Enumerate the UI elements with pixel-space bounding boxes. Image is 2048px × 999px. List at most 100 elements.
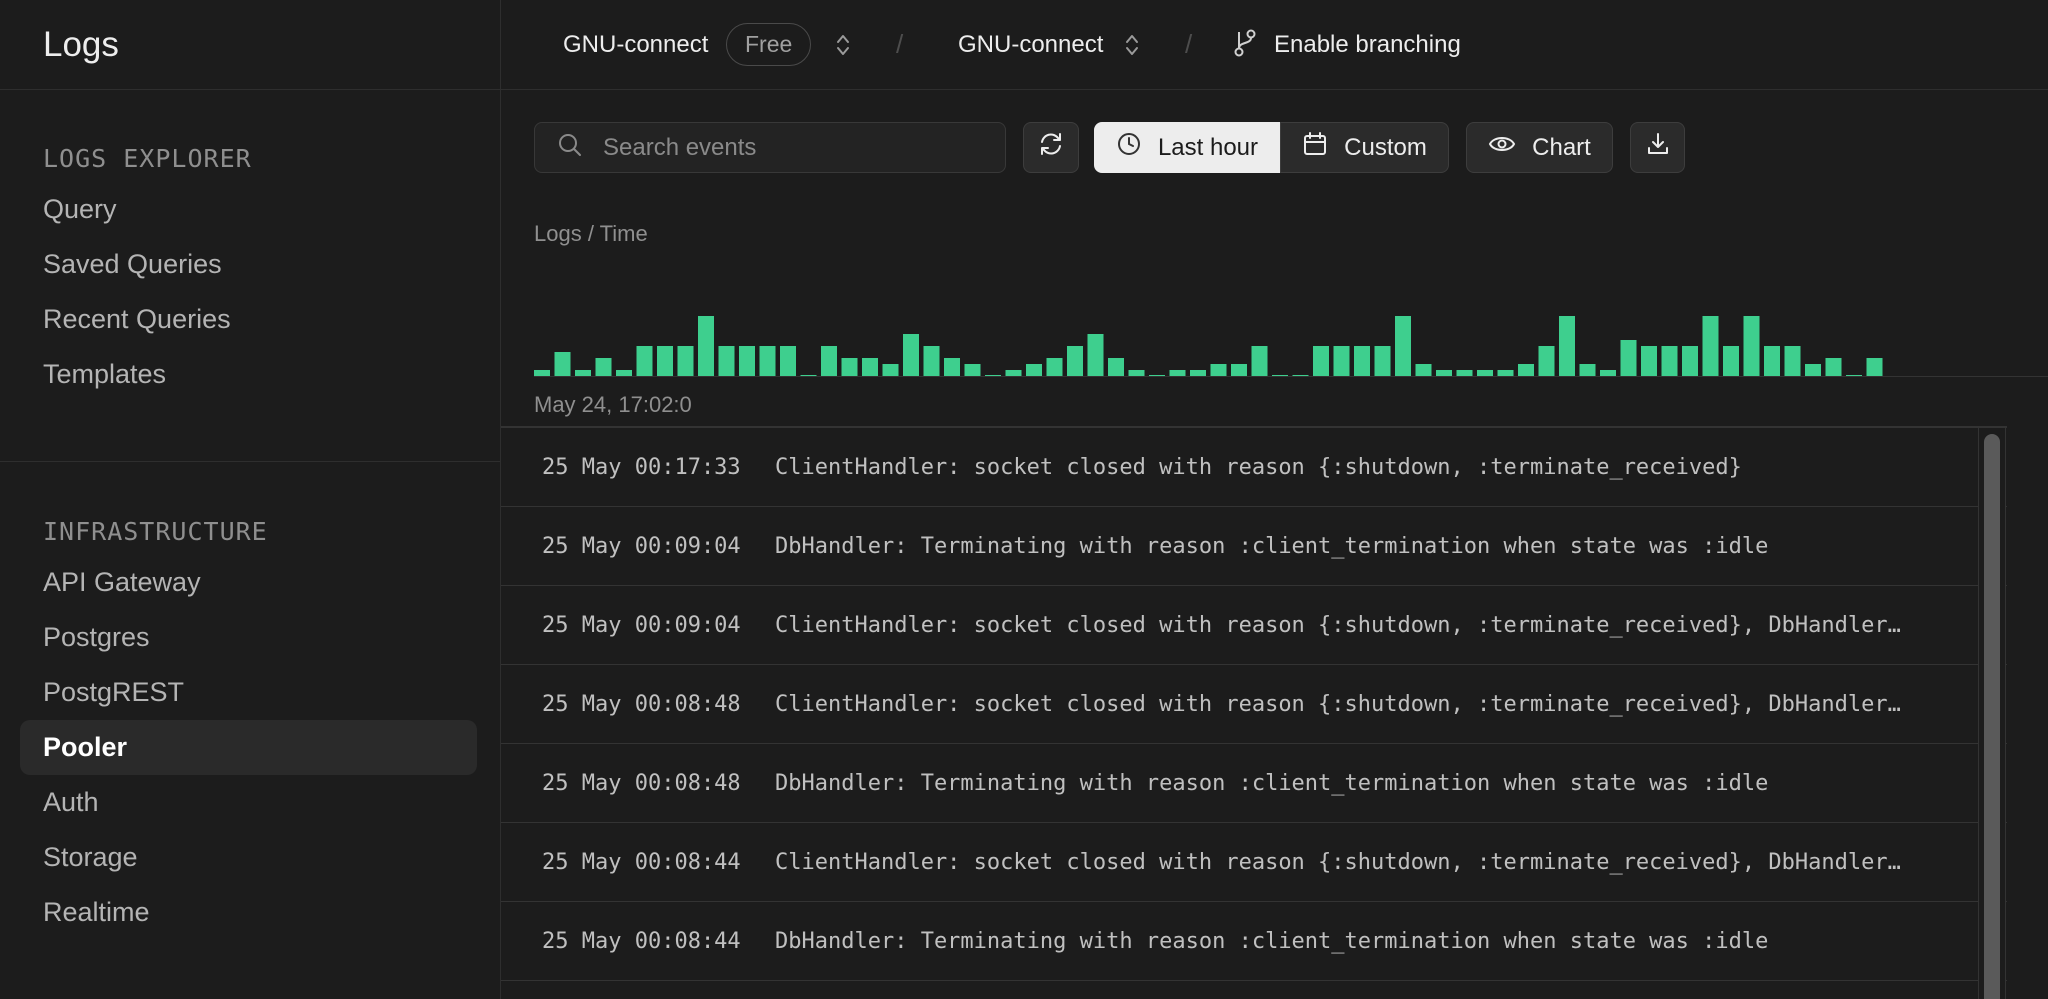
chart-bar[interactable]: [923, 346, 940, 376]
eye-icon: [1488, 133, 1516, 162]
project-selector[interactable]: GNU-connect: [958, 31, 1103, 59]
chart-bar[interactable]: [1538, 346, 1555, 376]
log-row[interactable]: 25 May 00:08:48 DbHandler: Terminating wi…: [501, 744, 2007, 823]
breadcrumb-separator: /: [896, 29, 904, 59]
chart-toggle-button[interactable]: Chart: [1466, 122, 1613, 173]
chart-bar[interactable]: [1333, 346, 1350, 376]
chart-bar[interactable]: [636, 346, 653, 376]
chart-bar[interactable]: [1518, 364, 1534, 376]
chart-bar[interactable]: [1067, 346, 1083, 376]
last-hour-label: Last hour: [1157, 133, 1259, 161]
chart-start-time: May 24, 17:02:0: [534, 392, 692, 417]
chart-bar[interactable]: [1354, 346, 1370, 376]
log-row[interactable]: 25 May 00:08:44 ClientHandler: socket clo…: [501, 823, 2007, 902]
chart-bar[interactable]: [1579, 364, 1596, 376]
section-heading-infrastructure: INFRASTRUCTURE: [43, 516, 268, 546]
chart-bar[interactable]: [759, 346, 776, 376]
sidebar-header: Logs: [0, 0, 500, 90]
scrollbar[interactable]: [1978, 428, 2006, 999]
chart-bar[interactable]: [677, 346, 694, 376]
chart-bar[interactable]: [903, 334, 919, 376]
search-icon: [557, 132, 583, 163]
chart-bar[interactable]: [1395, 316, 1411, 376]
chart-bar[interactable]: [1046, 358, 1063, 376]
download-icon: [1645, 131, 1671, 164]
chart-bar[interactable]: [554, 352, 571, 376]
log-row[interactable]: 25 May 00:17:33 ClientHandler: socket clo…: [501, 428, 2007, 507]
chart-bar[interactable]: [1559, 316, 1575, 376]
scrollbar-thumb[interactable]: [1984, 434, 2000, 999]
chart-bar[interactable]: [1723, 346, 1739, 376]
log-timestamp: 25 May 00:08:48: [542, 691, 741, 717]
infrastructure-section: INFRASTRUCTURE API Gateway Postgres Post…: [0, 511, 501, 940]
chart-bar[interactable]: [1108, 358, 1124, 376]
chart-bar[interactable]: [1641, 346, 1657, 376]
log-message: ClientHandler: socket closed with reason…: [775, 454, 1742, 480]
chart-bar[interactable]: [1313, 346, 1329, 376]
org-selector[interactable]: GNU-connect: [563, 31, 708, 59]
chart-bar[interactable]: [1825, 358, 1842, 376]
custom-range-button[interactable]: Custom: [1280, 122, 1449, 173]
chart-baseline: [534, 376, 2048, 377]
chart-bar[interactable]: [1784, 346, 1801, 376]
sidebar-item-query[interactable]: Query: [20, 182, 477, 237]
chart-bar[interactable]: [821, 346, 837, 376]
chart-bar[interactable]: [1374, 346, 1391, 376]
chart-bar[interactable]: [1087, 334, 1104, 376]
sidebar-item-storage[interactable]: Storage: [20, 830, 477, 885]
sidebar-item-realtime[interactable]: Realtime: [20, 885, 477, 940]
download-button[interactable]: [1630, 122, 1685, 173]
chart-bar[interactable]: [1682, 346, 1698, 376]
refresh-button[interactable]: [1023, 122, 1079, 173]
section-heading-logs-explorer: LOGS EXPLORER: [43, 143, 252, 173]
enable-branching-button[interactable]: Enable branching: [1274, 31, 1461, 59]
chart-title: Logs / Time: [534, 221, 648, 246]
log-row[interactable]: 25 May 00:09:04 ClientHandler: socket clo…: [501, 586, 2007, 665]
chevron-up-down-icon[interactable]: [1121, 30, 1143, 60]
chart-bar[interactable]: [718, 346, 735, 376]
log-table: 25 May 00:17:33 ClientHandler: socket clo…: [501, 426, 2007, 999]
chart-bar[interactable]: [1251, 346, 1268, 376]
last-hour-button[interactable]: Last hour: [1094, 122, 1280, 173]
chart-bar[interactable]: [1866, 358, 1883, 376]
chart-bar[interactable]: [698, 316, 714, 376]
chart-bar[interactable]: [1743, 316, 1760, 376]
logs-explorer-section: LOGS EXPLORER Query Saved Queries Recent…: [0, 138, 501, 402]
chart-bar[interactable]: [1415, 364, 1432, 376]
chart-bar[interactable]: [739, 346, 755, 376]
chart-bar[interactable]: [841, 358, 858, 376]
sidebar-item-api-gateway[interactable]: API Gateway: [20, 555, 477, 610]
chart-bar[interactable]: [1026, 364, 1042, 376]
chart-bar[interactable]: [1805, 364, 1821, 376]
chart-bar[interactable]: [1661, 346, 1678, 376]
log-timestamp: 25 May 00:08:48: [542, 770, 741, 796]
chart-bar[interactable]: [882, 364, 899, 376]
chart-bar[interactable]: [595, 358, 612, 376]
chart-bar[interactable]: [1620, 340, 1637, 376]
chart-bar[interactable]: [1231, 364, 1247, 376]
log-row[interactable]: 25 May 00:08:48 ClientHandler: socket clo…: [501, 665, 2007, 744]
search-input[interactable]: [603, 133, 983, 162]
sidebar-item-saved-queries[interactable]: Saved Queries: [20, 237, 477, 292]
sidebar-item-postgres[interactable]: Postgres: [20, 610, 477, 665]
log-timestamp: 25 May 00:08:44: [542, 849, 741, 875]
chart-bar[interactable]: [1702, 316, 1719, 376]
sidebar-item-auth[interactable]: Auth: [20, 775, 477, 830]
chart-bar[interactable]: [1210, 364, 1227, 376]
sidebar-item-recent-queries[interactable]: Recent Queries: [20, 292, 477, 347]
log-row[interactable]: 25 May 00:09:04 DbHandler: Terminating wi…: [501, 507, 2007, 586]
chart-bar[interactable]: [964, 364, 981, 376]
sidebar-item-postgrest[interactable]: PostgREST: [20, 665, 477, 720]
log-row[interactable]: 25 May 00:08:44 DbHandler: Terminating wi…: [501, 902, 2007, 981]
sidebar-item-templates[interactable]: Templates: [20, 347, 477, 402]
custom-label: Custom: [1344, 133, 1427, 161]
chart-bar[interactable]: [780, 346, 796, 376]
chart-bar[interactable]: [944, 358, 960, 376]
chart-bar[interactable]: [1764, 346, 1780, 376]
chevron-up-down-icon[interactable]: [832, 30, 854, 60]
search-field[interactable]: [534, 122, 1006, 173]
chart-bar[interactable]: [657, 346, 673, 376]
sidebar-item-pooler[interactable]: Pooler: [20, 720, 477, 775]
chart-bar[interactable]: [862, 358, 878, 376]
log-timestamp: 25 May 00:09:04: [542, 612, 741, 638]
